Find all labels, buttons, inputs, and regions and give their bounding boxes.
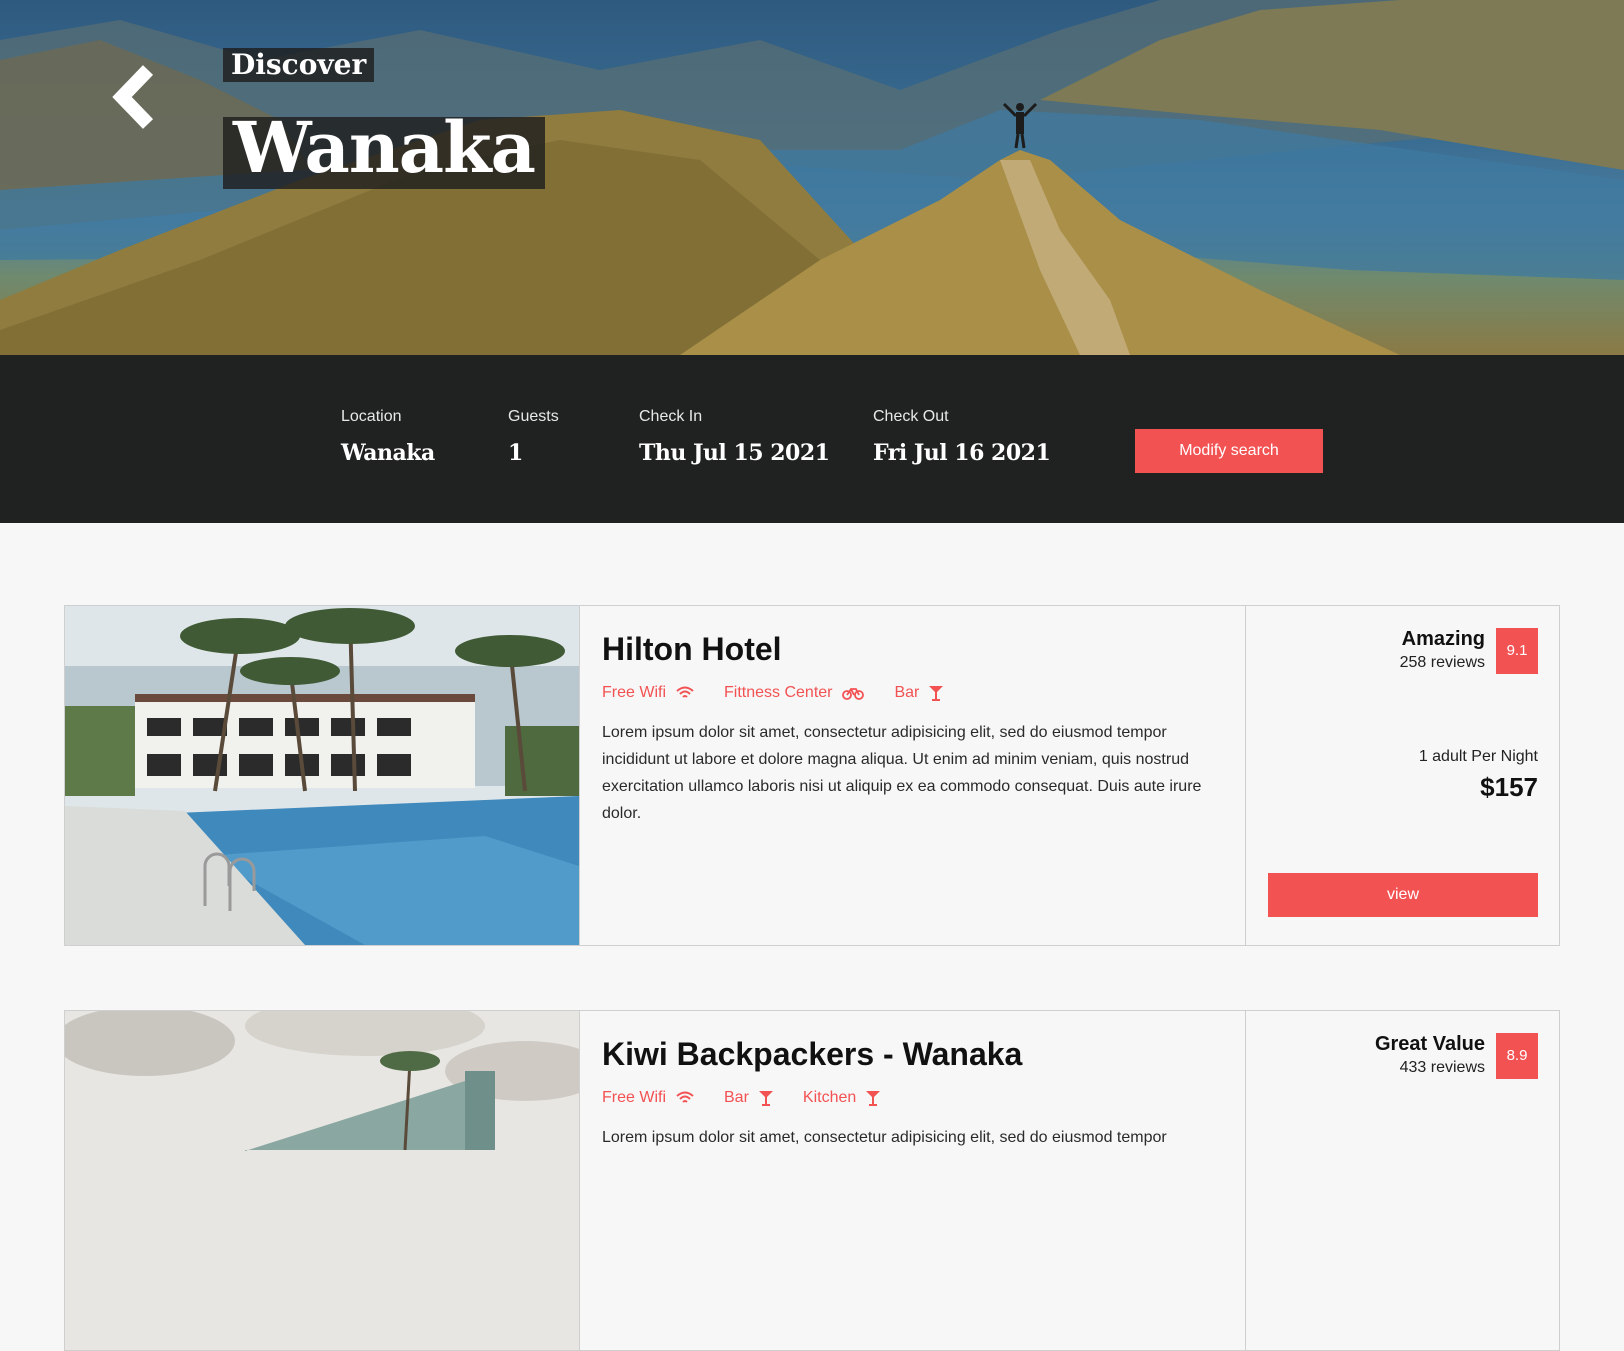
guests-field: Guests 1	[508, 408, 559, 466]
guests-label: Guests	[508, 408, 559, 425]
cocktail-icon	[866, 1091, 881, 1106]
amenity-free-wifi: Free Wifi	[602, 684, 694, 702]
amenity-label: Kitchen	[802, 1089, 857, 1106]
view-button[interactable]: view	[1268, 873, 1538, 917]
price: $157	[1480, 772, 1538, 802]
location-label: Location	[341, 408, 402, 425]
hotel-info: Hilton Hotel Free Wifi Fittness Center B…	[579, 606, 1246, 945]
rating-word: Amazing	[1401, 628, 1485, 650]
amenity-label: Free Wifi	[602, 1089, 666, 1106]
hotel-rating-price: Amazing 258 reviews 9.1 1 adult Per Nigh…	[1246, 606, 1560, 945]
location-value: Wanaka	[341, 440, 435, 466]
hotel-description: Lorem ipsum dolor sit amet, consectetur …	[602, 724, 1202, 822]
check-in-value: Thu Jul 15 2021	[639, 440, 830, 466]
amenity-label: Bar	[724, 1089, 749, 1106]
back-chevron-icon[interactable]	[110, 62, 162, 132]
location-field: Location Wanaka	[341, 408, 435, 466]
result-card: Hilton Hotel Free Wifi Fittness Center B…	[64, 605, 1560, 946]
hotel-info: Kiwi Backpackers - Wanaka Free Wifi Bar	[579, 1011, 1246, 1350]
result-card: Kiwi Backpackers - Wanaka Free Wifi Bar	[64, 1010, 1560, 1351]
hotel-photo	[65, 606, 579, 945]
amenities-list: Free Wifi Bar Kitchen	[602, 1089, 881, 1107]
cocktail-icon	[929, 686, 944, 701]
hotel-description: Lorem ipsum dolor sit amet, consectetur …	[602, 1129, 1167, 1146]
hotel-name[interactable]: Kiwi Backpackers - Wanaka	[602, 1036, 1022, 1073]
amenity-kitchen: Kitchen	[802, 1089, 881, 1107]
check-in-field: Check In Thu Jul 15 2021	[639, 408, 830, 466]
cocktail-icon	[758, 1091, 773, 1106]
check-in-label: Check In	[639, 408, 703, 425]
amenity-bar: Bar	[894, 684, 944, 702]
amenity-fitness-center: Fittness Center	[724, 684, 865, 702]
check-out-field: Check Out Fri Jul 16 2021	[873, 408, 1051, 466]
amenity-label: Fittness Center	[724, 684, 833, 701]
hero-title: Wanaka	[223, 113, 545, 189]
wifi-icon	[676, 1091, 694, 1103]
guests-value: 1	[508, 440, 523, 466]
amenity-label: Free Wifi	[602, 684, 666, 701]
hero-subtitle: Discover	[223, 48, 375, 82]
modify-search-button[interactable]: Modify search	[1135, 429, 1323, 473]
amenities-list: Free Wifi Fittness Center Bar	[602, 684, 944, 702]
hotel-photo	[65, 1011, 579, 1350]
search-summary-bar: Location Wanaka Guests 1 Check In Thu Ju…	[0, 355, 1624, 523]
rating-word: Great Value	[1374, 1033, 1485, 1055]
bicycle-icon	[842, 688, 865, 700]
check-out-label: Check Out	[873, 408, 949, 425]
amenity-bar: Bar	[724, 1089, 773, 1107]
wifi-icon	[676, 686, 694, 698]
score-badge: 8.9	[1496, 1033, 1538, 1079]
review-count: 258 reviews	[1399, 654, 1485, 671]
score-badge: 9.1	[1496, 628, 1538, 674]
check-out-value: Fri Jul 16 2021	[873, 440, 1051, 466]
review-count: 433 reviews	[1399, 1059, 1485, 1076]
amenity-label: Bar	[894, 684, 920, 701]
hotel-name[interactable]: Hilton Hotel	[602, 631, 782, 668]
hero-banner: Discover Wanaka	[0, 0, 1624, 355]
amenity-free-wifi: Free Wifi	[602, 1089, 694, 1107]
hotel-rating-price: Great Value 433 reviews 8.9	[1246, 1011, 1560, 1350]
price-basis: 1 adult Per Night	[1418, 748, 1538, 765]
